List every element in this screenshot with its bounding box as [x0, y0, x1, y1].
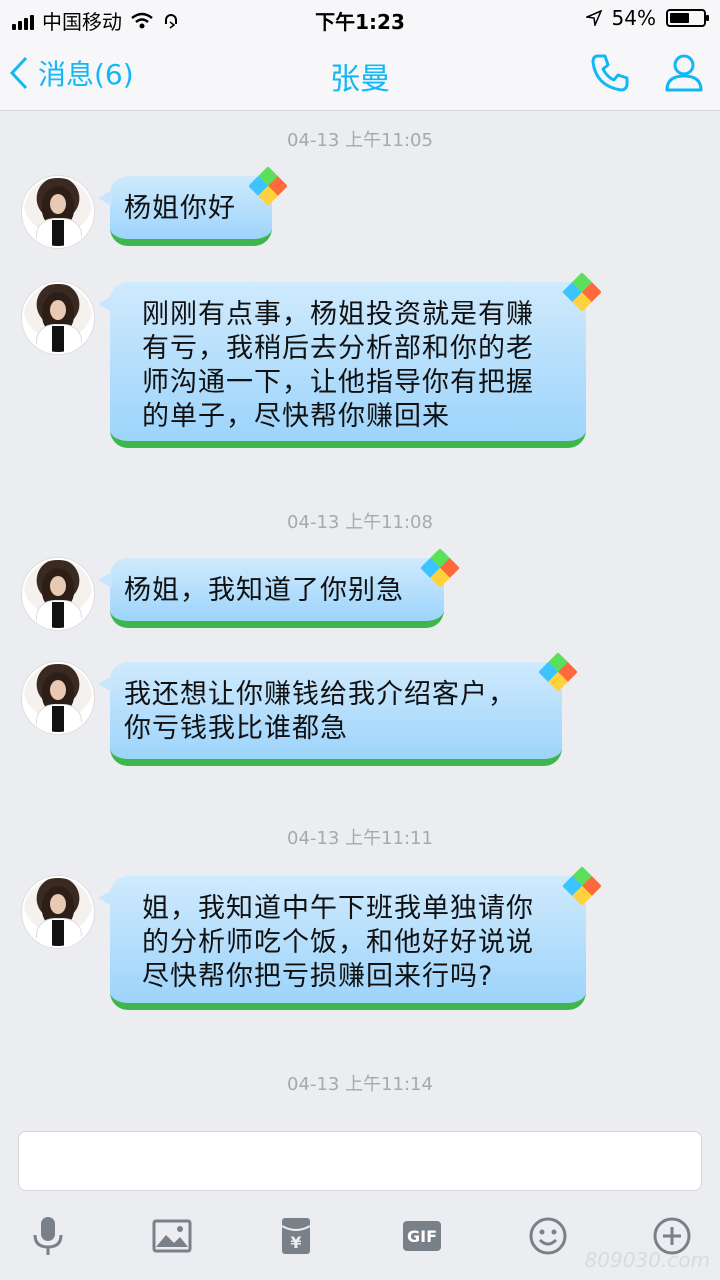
svg-text:¥: ¥: [290, 1233, 301, 1252]
chat-screen: 中国移动 下午1:23 54% 消息(6) 张曼 04-13 上午11:05 杨…: [0, 0, 720, 1280]
message-bubble[interactable]: 杨姐，我知道了你别急: [98, 548, 460, 628]
red-packet-button[interactable]: ¥: [274, 1214, 318, 1258]
message-line: 姐，我知道中午下班我单独请你: [142, 893, 534, 924]
contact-avatar[interactable]: [22, 876, 94, 948]
message-line: 尽快帮你把亏损赚回来行吗?: [142, 961, 494, 992]
message-line: 的单子，尽快帮你赚回来: [142, 401, 450, 432]
gif-icon: GIF: [403, 1221, 441, 1251]
input-toolbar: ¥ GIF 809030.com: [0, 1200, 720, 1280]
message-line: 的分析师吃个饭，和他好好说说: [142, 927, 534, 958]
battery-percent: 54%: [611, 6, 656, 30]
red-packet-icon: ¥: [281, 1218, 311, 1254]
contact-profile-button[interactable]: [662, 50, 706, 98]
message-timestamp: 04-13 上午11:11: [287, 828, 433, 849]
message-bubble[interactable]: 我还想让你赚钱给我介绍客户， 你亏钱我比谁都急: [98, 652, 578, 766]
phone-icon: [591, 54, 629, 92]
message-bubble[interactable]: 刚刚有点事，杨姐投资就是有赚 有亏，我稍后去分析部和你的老 师沟通一下，让他指导…: [98, 272, 602, 448]
contact-avatar[interactable]: [22, 558, 94, 630]
message-bubble[interactable]: 杨姐你好: [98, 166, 288, 246]
location-arrow-icon: [585, 10, 602, 26]
phone-call-button[interactable]: [588, 50, 632, 98]
emoji-button[interactable]: [526, 1214, 570, 1258]
message-timestamp: 04-13 上午11:14: [287, 1074, 433, 1095]
message-line: 师沟通一下，让他指导你有把握: [142, 367, 534, 398]
message-timestamp: 04-13 上午11:08: [287, 512, 433, 533]
smiley-icon: [529, 1217, 567, 1255]
message-input[interactable]: [18, 1131, 702, 1191]
message-line: 刚刚有点事，杨姐投资就是有赚: [142, 299, 534, 330]
contact-avatar[interactable]: [22, 176, 94, 248]
message-line: 我还想让你赚钱给我介绍客户，: [124, 679, 516, 710]
contact-avatar[interactable]: [22, 282, 94, 354]
microphone-icon: [33, 1217, 63, 1255]
message-bubble[interactable]: 姐，我知道中午下班我单独请你 的分析师吃个饭，和他好好说说 尽快帮你把亏损赚回来…: [98, 866, 602, 1010]
watermark: 809030.com: [584, 1248, 710, 1272]
message-text: 杨姐，我知道了你别急: [124, 575, 404, 606]
message-line: 有亏，我稍后去分析部和你的老: [142, 333, 534, 364]
user-icon: [665, 54, 703, 92]
voice-button[interactable]: [26, 1214, 70, 1258]
image-button[interactable]: [150, 1214, 194, 1258]
contact-avatar[interactable]: [22, 662, 94, 734]
message-line: 你亏钱我比谁都急: [124, 713, 348, 744]
status-bar: 中国移动 下午1:23 54%: [0, 0, 720, 36]
message-text: 杨姐你好: [124, 193, 236, 224]
battery-icon: [666, 9, 709, 27]
image-icon: [152, 1219, 192, 1253]
message-timestamp: 04-13 上午11:05: [287, 130, 433, 151]
gif-button[interactable]: GIF: [400, 1214, 444, 1258]
nav-bar: 消息(6) 张曼: [0, 36, 720, 111]
